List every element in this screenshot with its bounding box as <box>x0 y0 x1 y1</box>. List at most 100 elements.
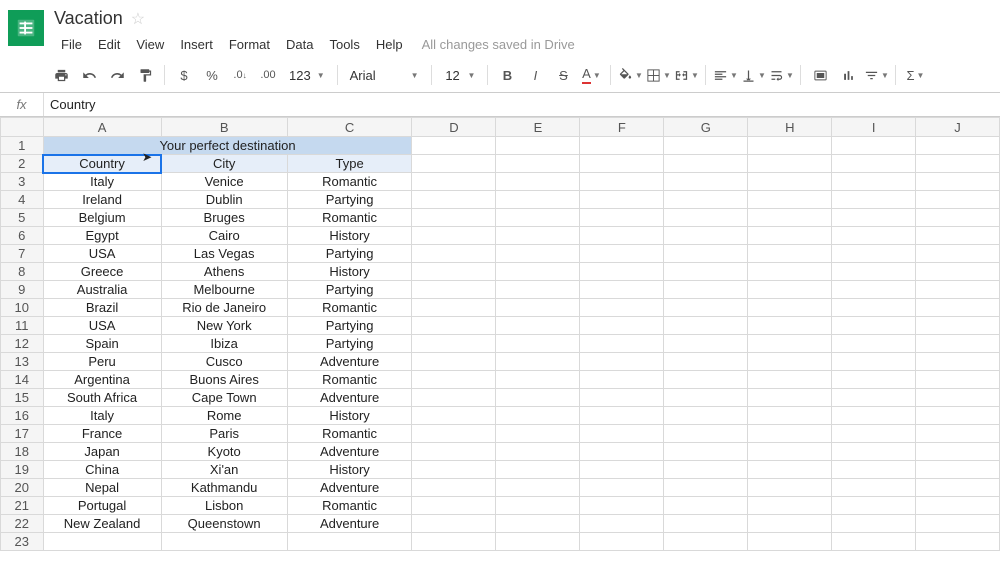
row-header[interactable]: 10 <box>1 299 44 317</box>
cell[interactable] <box>916 353 1000 371</box>
cell[interactable] <box>580 389 664 407</box>
data-cell[interactable]: Paris <box>161 425 287 443</box>
cell[interactable] <box>412 137 496 155</box>
row-header[interactable]: 6 <box>1 227 44 245</box>
cell[interactable] <box>412 191 496 209</box>
cell[interactable] <box>916 137 1000 155</box>
cell[interactable] <box>496 137 580 155</box>
cell[interactable] <box>748 155 832 173</box>
cell[interactable] <box>412 515 496 533</box>
data-cell[interactable]: Peru <box>43 353 161 371</box>
data-cell[interactable]: Adventure <box>287 389 412 407</box>
col-header-f[interactable]: F <box>580 118 664 137</box>
cell[interactable] <box>832 191 916 209</box>
row-header[interactable]: 20 <box>1 479 44 497</box>
cell[interactable] <box>496 209 580 227</box>
cell[interactable] <box>832 425 916 443</box>
data-cell[interactable]: Dublin <box>161 191 287 209</box>
cell[interactable] <box>916 533 1000 551</box>
cell[interactable] <box>580 227 664 245</box>
menu-file[interactable]: File <box>54 33 89 56</box>
fill-color-button[interactable]: ▼ <box>617 62 643 88</box>
cell[interactable] <box>580 497 664 515</box>
cell[interactable] <box>580 191 664 209</box>
row-header[interactable]: 3 <box>1 173 44 191</box>
cell[interactable] <box>580 137 664 155</box>
cell[interactable] <box>748 281 832 299</box>
cell[interactable] <box>287 533 412 551</box>
cell[interactable] <box>664 353 748 371</box>
row-header[interactable]: 13 <box>1 353 44 371</box>
data-cell[interactable]: Partying <box>287 281 412 299</box>
col-header-d[interactable]: D <box>412 118 496 137</box>
cell[interactable] <box>916 317 1000 335</box>
data-cell[interactable]: Brazil <box>43 299 161 317</box>
cell[interactable] <box>412 497 496 515</box>
cell[interactable] <box>580 425 664 443</box>
cell[interactable] <box>496 227 580 245</box>
cell[interactable] <box>748 461 832 479</box>
row-header[interactable]: 4 <box>1 191 44 209</box>
cell[interactable] <box>748 245 832 263</box>
cell[interactable] <box>580 173 664 191</box>
cell[interactable] <box>580 479 664 497</box>
data-cell[interactable]: France <box>43 425 161 443</box>
cell[interactable] <box>748 371 832 389</box>
cell[interactable] <box>412 353 496 371</box>
cell[interactable] <box>496 533 580 551</box>
merge-cells-button[interactable]: ▼ <box>673 62 699 88</box>
print-icon[interactable] <box>48 62 74 88</box>
cell[interactable] <box>664 245 748 263</box>
menu-edit[interactable]: Edit <box>91 33 127 56</box>
data-cell[interactable]: History <box>287 227 412 245</box>
cell[interactable] <box>832 461 916 479</box>
cell[interactable] <box>580 335 664 353</box>
cell[interactable] <box>748 335 832 353</box>
cell[interactable] <box>748 407 832 425</box>
cell[interactable] <box>664 407 748 425</box>
data-cell[interactable]: Venice <box>161 173 287 191</box>
data-cell[interactable]: Partying <box>287 245 412 263</box>
cell[interactable] <box>664 497 748 515</box>
cell[interactable] <box>748 443 832 461</box>
row-header[interactable]: 17 <box>1 425 44 443</box>
cell[interactable] <box>496 245 580 263</box>
cell[interactable] <box>664 461 748 479</box>
cell[interactable] <box>916 461 1000 479</box>
row-header[interactable]: 21 <box>1 497 44 515</box>
cell[interactable] <box>664 317 748 335</box>
cell[interactable] <box>580 461 664 479</box>
data-cell[interactable]: USA <box>43 245 161 263</box>
cell[interactable] <box>496 281 580 299</box>
cell-b2[interactable]: City <box>161 155 287 173</box>
data-cell[interactable]: Adventure <box>287 443 412 461</box>
cell[interactable] <box>748 137 832 155</box>
cell[interactable] <box>832 407 916 425</box>
cell[interactable] <box>832 137 916 155</box>
cell[interactable] <box>412 209 496 227</box>
title-cell[interactable]: Your perfect destination <box>43 137 412 155</box>
cell[interactable] <box>916 407 1000 425</box>
data-cell[interactable]: Belgium <box>43 209 161 227</box>
cell[interactable] <box>412 407 496 425</box>
cell[interactable] <box>916 443 1000 461</box>
cell[interactable] <box>412 245 496 263</box>
text-color-button[interactable]: A▼ <box>578 62 604 88</box>
data-cell[interactable]: Romantic <box>287 497 412 515</box>
cell[interactable] <box>832 299 916 317</box>
cell[interactable] <box>664 533 748 551</box>
bold-button[interactable]: B <box>494 62 520 88</box>
cell[interactable] <box>496 299 580 317</box>
data-cell[interactable]: Portugal <box>43 497 161 515</box>
col-header-i[interactable]: I <box>832 118 916 137</box>
more-formats[interactable]: 123▼ <box>283 62 331 88</box>
data-cell[interactable]: New York <box>161 317 287 335</box>
data-cell[interactable]: Kathmandu <box>161 479 287 497</box>
row-header[interactable]: 9 <box>1 281 44 299</box>
data-cell[interactable]: Buons Aires <box>161 371 287 389</box>
cell[interactable] <box>832 317 916 335</box>
cell[interactable] <box>916 191 1000 209</box>
cell[interactable] <box>580 353 664 371</box>
cell[interactable] <box>412 299 496 317</box>
cell[interactable] <box>664 299 748 317</box>
